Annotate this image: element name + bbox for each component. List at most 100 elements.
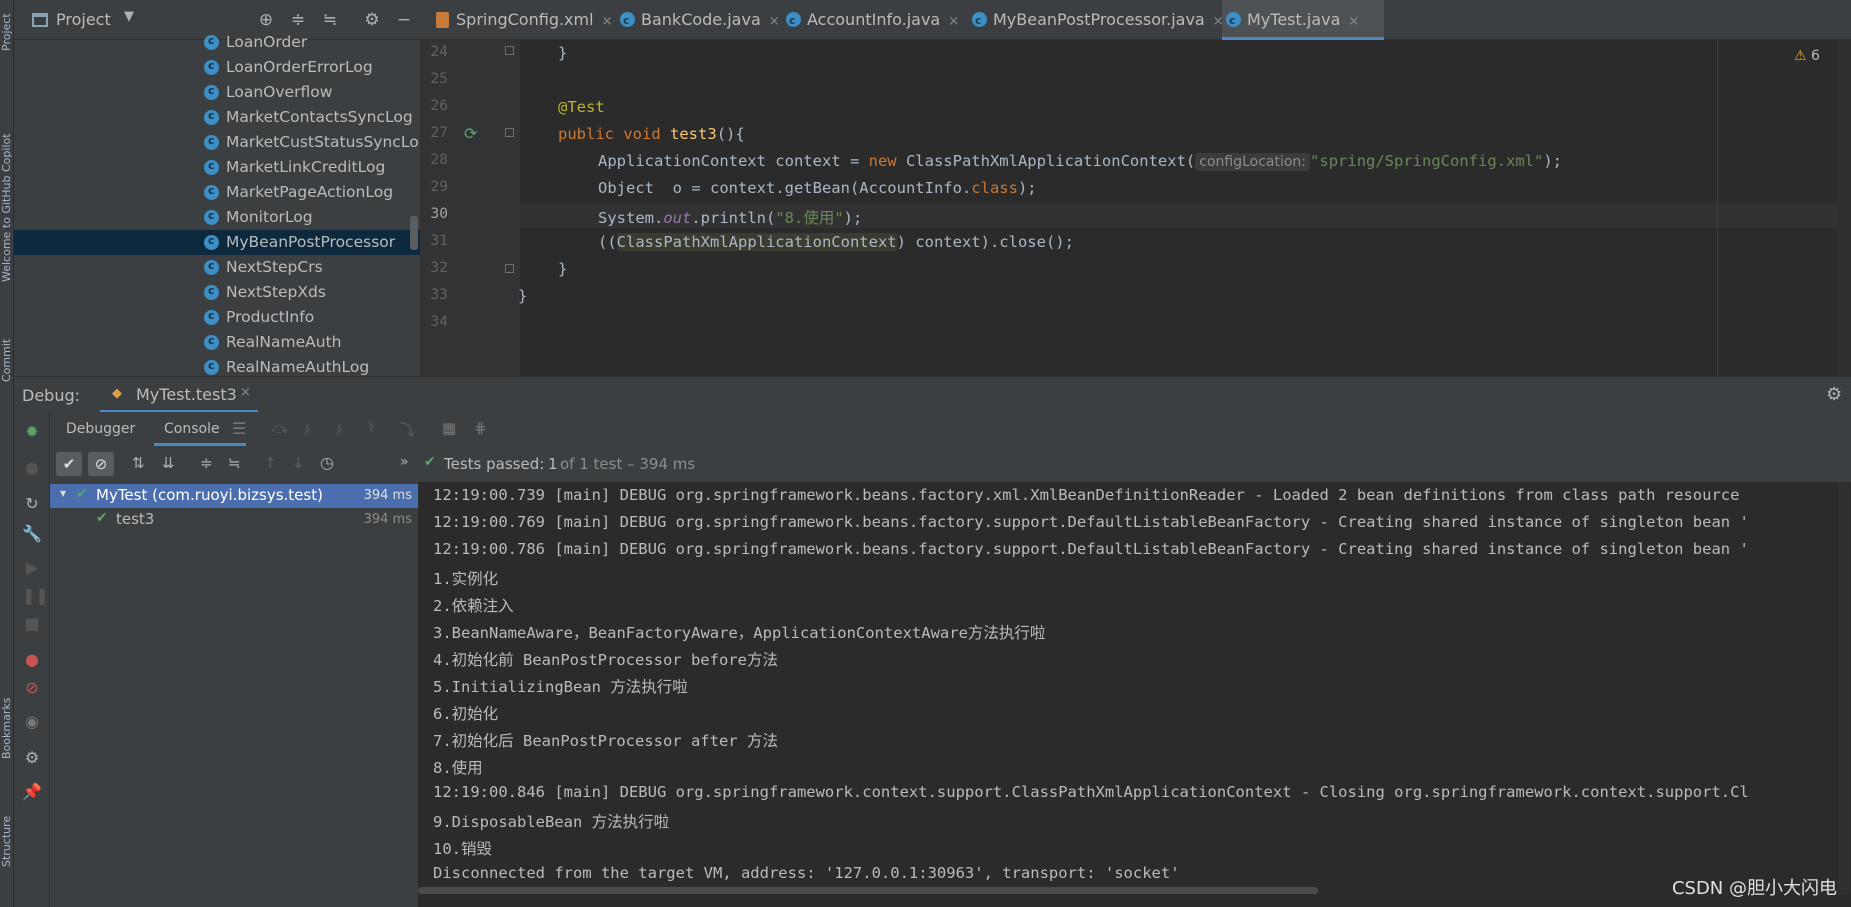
show-passed-icon[interactable]: ✔ (56, 452, 82, 476)
project-view-label[interactable]: Project (56, 10, 111, 29)
chevron-right-icon[interactable]: » (400, 454, 409, 470)
expand-all-icon[interactable]: ≑ (200, 454, 213, 472)
tab-springconfig-xml[interactable]: SpringConfig.xml × (430, 0, 612, 40)
class-icon (620, 1, 635, 41)
restart-icon[interactable]: ↻ (22, 494, 42, 514)
tree-item-selected[interactable]: MyBeanPostProcessor (14, 230, 420, 255)
tree-item-label: RealNameAuth (226, 333, 342, 351)
test-row-selected[interactable]: ▾ ✔ MyTest (com.ruoyi.bizsys.test) 394 m… (50, 484, 418, 508)
code-editor[interactable]: 24 25 26 27 28 29 30 31 32 33 34 ⟳ } @Te… (420, 40, 1851, 376)
tab-mytest-java[interactable]: MyTest.java × (1222, 0, 1384, 41)
close-icon[interactable]: × (1348, 14, 1359, 29)
run-to-cursor-icon[interactable]: ⤵ (400, 419, 415, 440)
console-line: 7.初始化后 BeanPostProcessor after 方法 (433, 732, 778, 750)
tree-item[interactable]: MarketContactsSyncLog (14, 105, 420, 130)
tree-item-label: ProductInfo (226, 308, 315, 326)
breakpoints-icon[interactable]: ● (22, 650, 42, 670)
line-number: 27 (430, 125, 448, 141)
tab-debugger[interactable]: Debugger (66, 421, 135, 437)
tree-item[interactable]: ProductInfo (14, 305, 420, 330)
mute-breakpoints-icon[interactable]: ⊘ (22, 678, 42, 698)
stop-icon[interactable]: ■ (22, 614, 42, 634)
tree-scrollbar[interactable] (410, 216, 418, 250)
chevron-down-icon[interactable]: ▾ (60, 486, 66, 500)
console-output[interactable]: 12:19:00.739 [main] DEBUG org.springfram… (418, 482, 1851, 907)
code-line-33: } (518, 287, 528, 305)
run-test-icon[interactable]: ⟳ (464, 124, 477, 143)
collapse-all-icon[interactable]: ≒ (320, 10, 340, 30)
console-horizontal-scrollbar[interactable] (418, 887, 1318, 894)
editor-scrollbar[interactable] (1838, 40, 1851, 376)
tree-item[interactable]: MarketLinkCreditLog (14, 155, 420, 180)
gear-icon[interactable]: ⚙ (22, 748, 42, 768)
menu-icon[interactable]: ☰ (232, 419, 246, 438)
fold-icon[interactable] (505, 128, 514, 137)
tab-accountinfo-java[interactable]: AccountInfo.java × (782, 0, 959, 41)
tree-item[interactable]: LoanOverflow (14, 80, 420, 105)
test-duration: 394 ms (363, 512, 412, 527)
tab-mybeanpostprocessor-java[interactable]: MyBeanPostProcessor.java× (968, 0, 1224, 41)
trace-icon[interactable]: ⋕ (474, 419, 487, 437)
close-icon[interactable]: × (240, 385, 251, 400)
xml-file-icon (436, 12, 449, 28)
fold-icon[interactable] (505, 46, 514, 55)
console-line: Disconnected from the target VM, address… (433, 864, 1180, 882)
chevron-down-icon[interactable]: ▼ (124, 9, 134, 24)
prev-failed-icon[interactable]: ↑ (264, 454, 277, 472)
force-step-into-icon[interactable]: ⤓ (336, 419, 343, 437)
close-icon[interactable]: × (602, 14, 613, 29)
rerun-failed-icon[interactable]: ● (22, 458, 42, 478)
tree-item[interactable]: LoanOrderErrorLog (14, 55, 420, 80)
status-count: 1 (548, 455, 558, 473)
fold-icon[interactable] (505, 264, 514, 273)
project-tool-label[interactable]: Project (0, 2, 14, 62)
history-icon[interactable]: ◷ (320, 453, 334, 472)
tree-item[interactable]: NextStepCrs (14, 255, 420, 280)
line-number: 24 (430, 44, 448, 60)
commit-tool-label[interactable]: Commit (0, 330, 14, 390)
tree-item[interactable]: RealNameAuth (14, 330, 420, 355)
line-number: 26 (430, 98, 448, 114)
expand-all-icon[interactable]: ≑ (288, 10, 308, 30)
evaluate-icon[interactable]: ▦ (442, 419, 456, 437)
console-vertical-scrollbar[interactable] (1838, 482, 1850, 894)
tab-bankcode-java[interactable]: BankCode.java × (616, 0, 780, 41)
step-out-icon[interactable]: ⤒ (368, 419, 375, 437)
close-icon[interactable]: × (948, 14, 959, 29)
step-into-icon[interactable]: ⤓ (304, 419, 311, 437)
show-ignored-icon[interactable]: ⊘ (88, 452, 114, 476)
bookmarks-tool-label[interactable]: Bookmarks (0, 688, 14, 768)
debug-session-tab[interactable]: ◆ MyTest.test3 × (100, 377, 258, 413)
structure-tool-label[interactable]: Structure (0, 806, 14, 876)
test-toolbar: ✔ ⊘ ⇅ ⇊ ≑ ≒ ↑ ↓ ◷ » (50, 446, 418, 482)
tree-item[interactable]: MonitorLog (14, 205, 420, 230)
tree-item[interactable]: MarketPageActionLog (14, 180, 420, 205)
wrench-icon[interactable]: 🔧 (22, 524, 42, 544)
warning-count[interactable]: 6 (1811, 48, 1820, 64)
sort-alpha-icon[interactable]: ⇅ (132, 454, 145, 472)
tree-item[interactable]: LoanOrder (14, 30, 420, 55)
collapse-all-icon[interactable]: ≒ (228, 454, 241, 472)
pin-icon[interactable]: 📌 (22, 782, 42, 802)
minimize-icon[interactable]: − (394, 10, 414, 30)
test-row[interactable]: ✔ test3 394 ms (50, 508, 418, 532)
rerun-icon[interactable]: ✹ (22, 422, 42, 442)
step-over-icon[interactable]: ⤼ (272, 419, 288, 437)
sort-duration-icon[interactable]: ⇊ (162, 454, 175, 472)
project-folder-icon (32, 13, 48, 27)
resume-icon[interactable]: ▶ (22, 558, 42, 578)
camera-icon[interactable]: ◉ (22, 712, 42, 732)
close-icon[interactable]: × (769, 14, 780, 29)
locate-icon[interactable]: ⊕ (256, 10, 276, 30)
warning-icon[interactable]: ⚠ (1794, 48, 1807, 64)
next-failed-icon[interactable]: ↓ (292, 454, 305, 472)
gear-icon[interactable]: ⚙ (1826, 384, 1842, 405)
gear-icon[interactable]: ⚙ (362, 10, 382, 30)
tree-item-label: MarketCustStatusSyncLo (226, 133, 419, 151)
passed-icon: ✔ (76, 486, 88, 502)
tree-item[interactable]: NextStepXds (14, 280, 420, 305)
pause-icon[interactable]: ❚❚ (22, 586, 49, 606)
tab-console-label: Console (164, 421, 220, 437)
copilot-tool-label[interactable]: Welcome to GitHub Copilot (0, 108, 14, 308)
tree-item[interactable]: MarketCustStatusSyncLo (14, 130, 420, 155)
